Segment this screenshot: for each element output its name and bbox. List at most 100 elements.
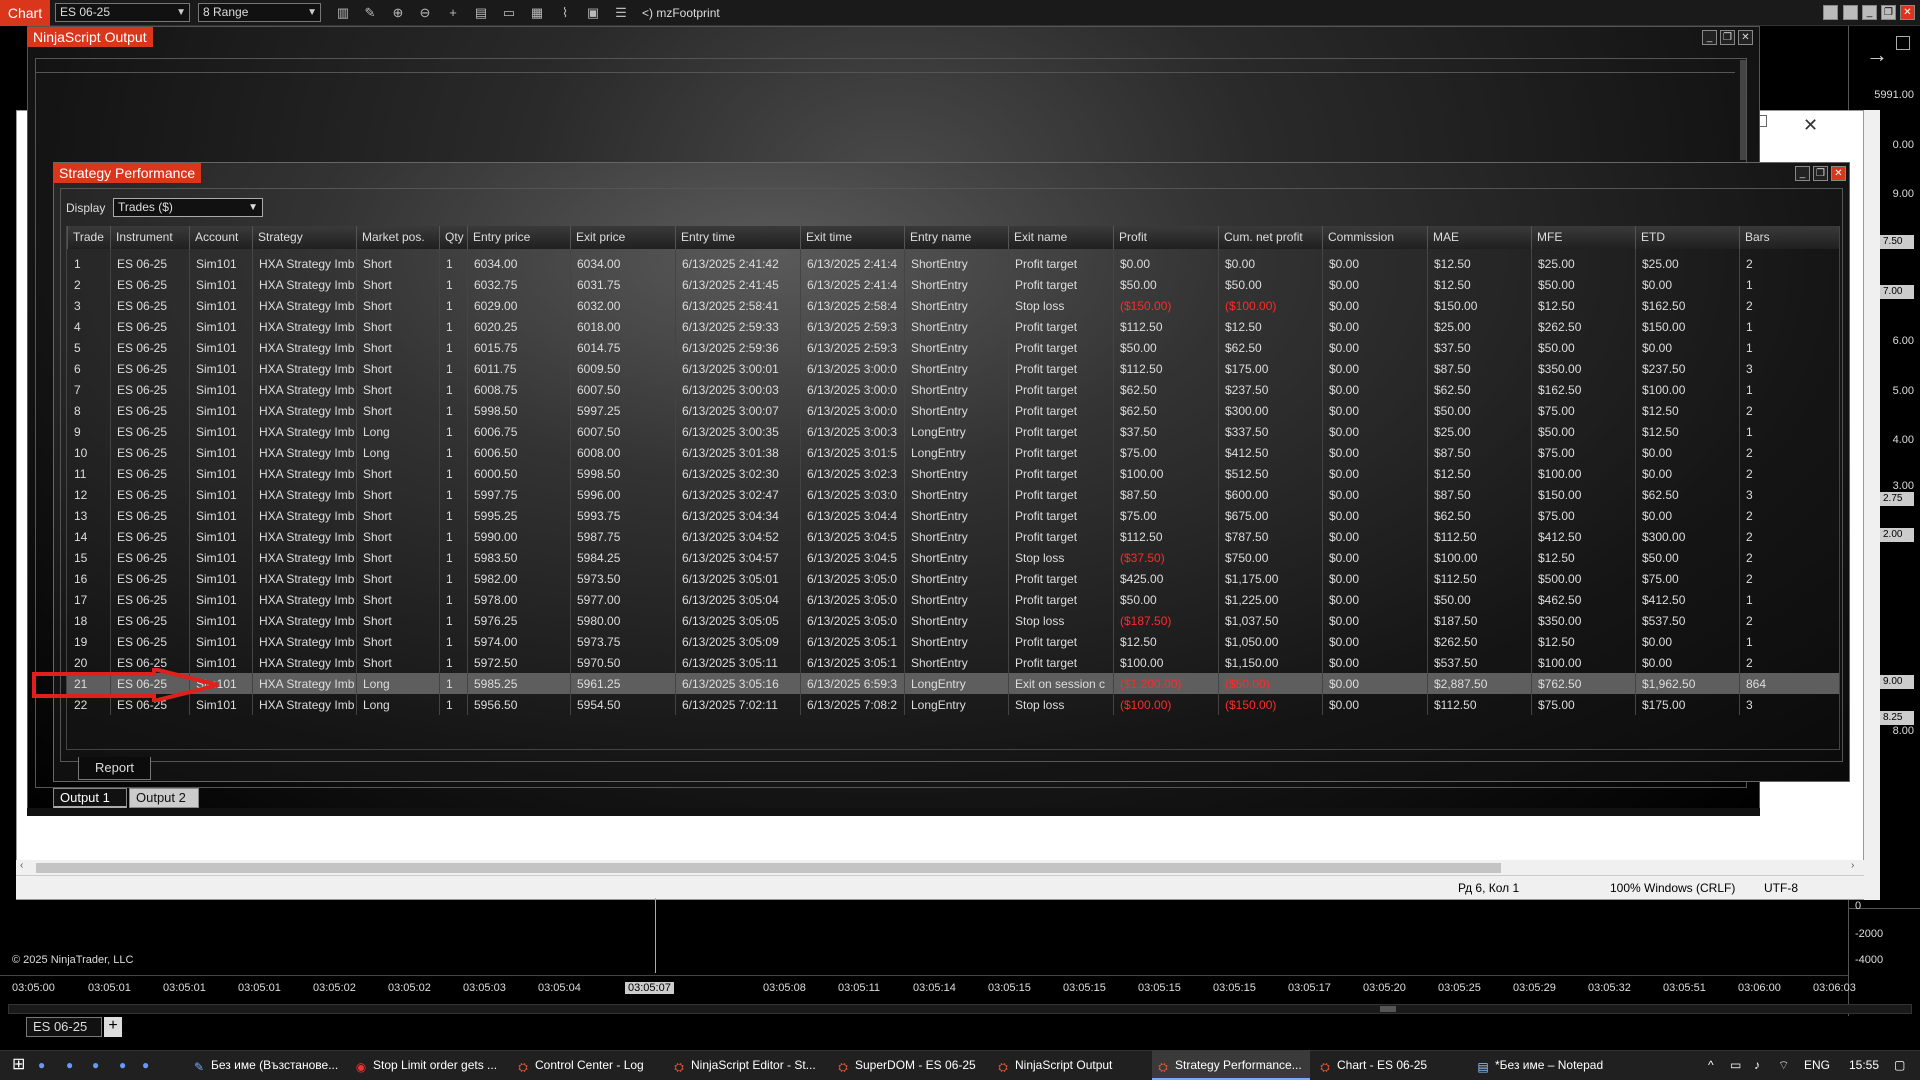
- table-cell[interactable]: Stop loss: [1008, 296, 1113, 317]
- table-cell[interactable]: 2: [1739, 569, 1839, 590]
- table-cell[interactable]: 1: [1739, 338, 1839, 359]
- table-cell[interactable]: HXA Strategy Imb: [252, 611, 356, 632]
- table-cell[interactable]: 5973.75: [570, 632, 675, 653]
- table-cell[interactable]: 6032.00: [570, 296, 675, 317]
- table-cell[interactable]: HXA Strategy Imb: [252, 632, 356, 653]
- table-cell[interactable]: 5987.75: [570, 527, 675, 548]
- table-cell[interactable]: $262.50: [1531, 317, 1635, 338]
- table-cell[interactable]: $1,150.00: [1218, 653, 1322, 674]
- table-cell[interactable]: $0.00: [1635, 338, 1739, 359]
- table-cell[interactable]: HXA Strategy Imb: [252, 653, 356, 674]
- table-cell[interactable]: $1,050.00: [1218, 632, 1322, 653]
- tray-chevron-icon[interactable]: ^: [1704, 1050, 1714, 1080]
- table-cell[interactable]: Stop loss: [1008, 695, 1113, 716]
- battery-icon[interactable]: ▭: [1726, 1050, 1741, 1080]
- language-indicator[interactable]: ENG: [1800, 1050, 1830, 1080]
- table-cell[interactable]: HXA Strategy Imb: [252, 443, 356, 464]
- column-header[interactable]: Instrument: [110, 226, 189, 249]
- table-cell[interactable]: Sim101: [189, 317, 252, 338]
- column-header[interactable]: Trade: [67, 226, 110, 249]
- volume-icon[interactable]: ♪: [1750, 1050, 1760, 1080]
- table-cell[interactable]: 1: [439, 611, 467, 632]
- table-cell[interactable]: 5970.50: [570, 653, 675, 674]
- table-cell[interactable]: $0.00: [1322, 506, 1427, 527]
- table-cell[interactable]: Sim101: [189, 401, 252, 422]
- table-cell[interactable]: $75.00: [1531, 443, 1635, 464]
- table-cell[interactable]: 1: [439, 548, 467, 569]
- table-cell[interactable]: $0.00: [1635, 632, 1739, 653]
- table-cell[interactable]: 6032.75: [467, 275, 570, 296]
- indicators-icon[interactable]: ▦: [528, 4, 546, 22]
- table-cell[interactable]: Sim101: [189, 527, 252, 548]
- table-cell[interactable]: Sim101: [189, 569, 252, 590]
- table-cell[interactable]: 5956.50: [467, 695, 570, 716]
- table-cell[interactable]: $87.50: [1427, 485, 1531, 506]
- table-cell[interactable]: 6009.50: [570, 359, 675, 380]
- table-cell[interactable]: HXA Strategy Imb: [252, 506, 356, 527]
- table-cell[interactable]: $0.00: [1322, 359, 1427, 380]
- table-cell[interactable]: Short: [356, 275, 439, 296]
- scroll-right-icon[interactable]: ›: [1851, 860, 1854, 871]
- table-cell[interactable]: $75.00: [1531, 695, 1635, 716]
- table-cell[interactable]: Sim101: [189, 485, 252, 506]
- table-cell[interactable]: 6/13/2025 3:00:03: [675, 380, 800, 401]
- table-cell[interactable]: $62.50: [1635, 485, 1739, 506]
- table-cell[interactable]: $12.50: [1635, 422, 1739, 443]
- zoom-out-icon[interactable]: ⊖: [416, 4, 434, 22]
- table-cell[interactable]: Sim101: [189, 296, 252, 317]
- table-cell[interactable]: ES 06-25: [110, 548, 189, 569]
- table-cell[interactable]: 5954.50: [570, 695, 675, 716]
- table-cell[interactable]: $75.00: [1531, 401, 1635, 422]
- table-cell[interactable]: $112.50: [1113, 359, 1218, 380]
- table-cell[interactable]: Sim101: [189, 632, 252, 653]
- table-cell[interactable]: ShortEntry: [904, 485, 1008, 506]
- table-cell[interactable]: 6/13/2025 2:41:45: [675, 275, 800, 296]
- table-cell[interactable]: $0.00: [1322, 527, 1427, 548]
- table-cell[interactable]: 2: [1739, 548, 1839, 569]
- table-cell[interactable]: $1,962.50: [1635, 674, 1739, 695]
- table-cell[interactable]: 3: [1739, 359, 1839, 380]
- list-icon[interactable]: ☰: [612, 4, 630, 22]
- table-cell[interactable]: $25.00: [1427, 317, 1531, 338]
- table-cell[interactable]: ShortEntry: [904, 254, 1008, 275]
- table-cell[interactable]: Short: [356, 632, 439, 653]
- table-cell[interactable]: $0.00: [1635, 443, 1739, 464]
- table-cell[interactable]: HXA Strategy Imb: [252, 674, 356, 695]
- minimize-icon[interactable]: _: [1702, 30, 1717, 45]
- table-cell[interactable]: $75.00: [1635, 569, 1739, 590]
- table-cell[interactable]: Profit target: [1008, 443, 1113, 464]
- table-cell[interactable]: $750.00: [1218, 548, 1322, 569]
- table-cell[interactable]: 5982.00: [467, 569, 570, 590]
- table-cell[interactable]: $0.00: [1322, 254, 1427, 275]
- table-cell[interactable]: 6/13/2025 3:00:07: [675, 401, 800, 422]
- table-cell[interactable]: Long: [356, 674, 439, 695]
- column-header[interactable]: Qty: [439, 226, 467, 249]
- maximize-icon[interactable]: ❐: [1813, 166, 1828, 181]
- table-cell[interactable]: $62.50: [1218, 338, 1322, 359]
- table-cell[interactable]: 2: [1739, 443, 1839, 464]
- table-cell[interactable]: LongEntry: [904, 674, 1008, 695]
- table-cell[interactable]: HXA Strategy Imb: [252, 422, 356, 443]
- table-cell[interactable]: 6/13/2025 3:01:38: [675, 443, 800, 464]
- table-cell[interactable]: $50.00: [1113, 338, 1218, 359]
- table-cell[interactable]: $100.00: [1113, 653, 1218, 674]
- table-cell[interactable]: ES 06-25: [110, 401, 189, 422]
- table-cell[interactable]: 5998.50: [570, 464, 675, 485]
- table-cell[interactable]: $12.50: [1218, 317, 1322, 338]
- column-header[interactable]: ETD: [1635, 226, 1739, 249]
- table-cell[interactable]: Sim101: [189, 338, 252, 359]
- taskbar-item[interactable]: ⛭ Control Center - Log: [512, 1050, 664, 1080]
- table-cell[interactable]: $50.00: [1113, 275, 1218, 296]
- app-icon[interactable]: ●: [34, 1050, 45, 1080]
- column-header[interactable]: Profit: [1113, 226, 1218, 249]
- tab-output-2[interactable]: Output 2: [129, 788, 199, 808]
- table-cell[interactable]: Short: [356, 380, 439, 401]
- table-cell[interactable]: 6/13/2025 3:04:34: [675, 506, 800, 527]
- table-cell[interactable]: 6007.50: [570, 422, 675, 443]
- table-cell[interactable]: 6/13/2025 3:05:09: [675, 632, 800, 653]
- table-cell[interactable]: 2: [1739, 464, 1839, 485]
- taskbar-item[interactable]: ◉ Stop Limit order gets ...: [350, 1050, 508, 1080]
- table-cell[interactable]: 6/13/2025 3:05:0: [800, 590, 904, 611]
- table-cell[interactable]: 6007.50: [570, 380, 675, 401]
- close-icon[interactable]: ✕: [1831, 166, 1846, 181]
